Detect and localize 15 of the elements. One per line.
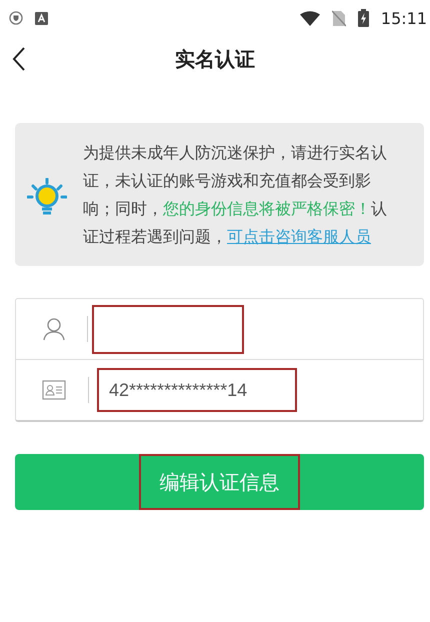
page-title: 实名认证 (175, 46, 255, 72)
support-link[interactable]: 可点击咨询客服人员 (227, 226, 371, 246)
name-field[interactable] (92, 304, 244, 354)
back-icon[interactable] (12, 47, 26, 71)
battery-charging-icon (358, 9, 369, 27)
status-time: 15:11 (380, 8, 427, 28)
wifi-icon (300, 10, 320, 26)
app-icon (35, 12, 48, 24)
notice-text: 为提供未成年人防沉迷保护，请进行实名认证，未认证的账号游戏和充值都会受到影响；同时，您的身份信息将被严格保密！认证过程若遇到问题，可点击咨询客服人员 (83, 142, 388, 248)
shield-icon (9, 11, 23, 25)
id-card-icon (42, 380, 66, 400)
no-sim-icon (332, 10, 346, 26)
id-number-field[interactable]: 42**************14 (97, 368, 297, 412)
person-icon (43, 317, 65, 341)
edit-info-button[interactable]: 编辑认证信息 (15, 454, 424, 510)
